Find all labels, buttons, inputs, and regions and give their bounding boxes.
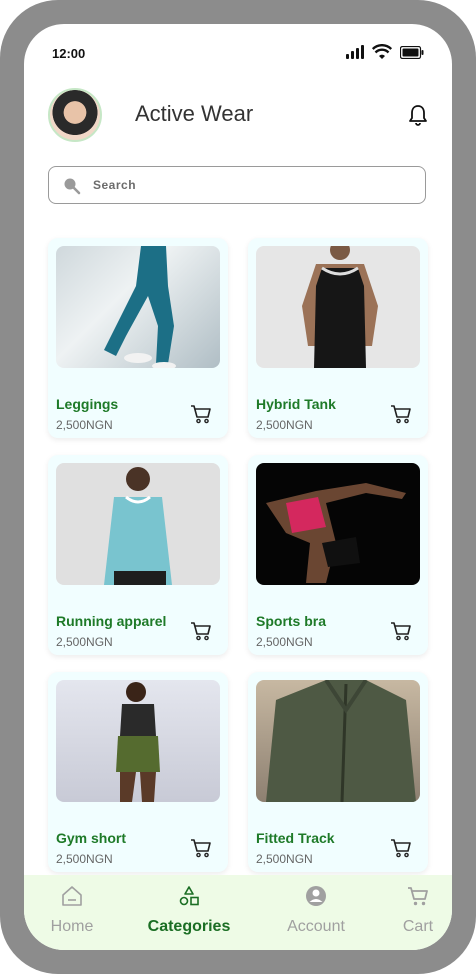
add-to-cart-icon[interactable] <box>190 404 212 429</box>
tab-home-label: Home <box>50 918 94 935</box>
avatar[interactable] <box>48 88 102 142</box>
product-name: Fitted Track <box>256 830 335 846</box>
product-price: 2,500NGN <box>256 418 313 432</box>
product-price: 2,500NGN <box>56 418 113 432</box>
status-time: 12:00 <box>52 46 86 61</box>
categories-icon <box>178 886 200 911</box>
battery-icon <box>400 45 424 59</box>
tab-categories-label: Categories <box>147 918 231 935</box>
product-image <box>256 680 420 802</box>
bottom-tab-bar: Home Categories Account Cart <box>24 875 452 950</box>
product-name: Hybrid Tank <box>256 396 336 412</box>
tab-account-label: Account <box>287 918 345 935</box>
page-title: Active Wear <box>135 101 254 126</box>
wifi-icon <box>372 44 392 60</box>
product-name: Running apparel <box>56 613 167 629</box>
product-name: Gym short <box>56 830 127 846</box>
tab-cart[interactable]: Cart <box>368 885 452 936</box>
status-icons <box>346 44 424 60</box>
account-icon <box>305 886 327 911</box>
add-to-cart-icon[interactable] <box>390 621 412 646</box>
signal-icon <box>346 45 364 59</box>
product-price: 2,500NGN <box>256 635 313 649</box>
search-input[interactable]: Search <box>48 166 426 204</box>
product-card-sports-bra[interactable]: Sports bra 2,500NGN <box>248 455 428 655</box>
page-header: Active Wear <box>48 88 428 144</box>
tab-cart-label: Cart <box>402 918 434 935</box>
product-card-gym-short[interactable]: Gym short 2,500NGN <box>48 672 228 872</box>
tab-home[interactable]: Home <box>24 885 122 936</box>
cart-icon <box>407 887 429 911</box>
tab-categories[interactable]: Categories <box>139 885 239 936</box>
device-frame: 12:00 Active Wear Search Leggings 2,500N… <box>0 0 476 974</box>
product-image <box>256 463 420 585</box>
add-to-cart-icon[interactable] <box>390 404 412 429</box>
home-icon <box>61 886 83 911</box>
product-card-running-apparel[interactable]: Running apparel 2,500NGN <box>48 455 228 655</box>
add-to-cart-icon[interactable] <box>190 621 212 646</box>
add-to-cart-icon[interactable] <box>390 838 412 863</box>
search-icon <box>63 177 81 200</box>
product-card-leggings[interactable]: Leggings 2,500NGN <box>48 238 228 438</box>
product-card-hybrid-tank[interactable]: Hybrid Tank 2,500NGN <box>248 238 428 438</box>
tab-account[interactable]: Account <box>266 885 366 936</box>
product-image <box>56 680 220 802</box>
product-name: Sports bra <box>256 613 327 629</box>
product-image <box>56 463 220 585</box>
product-price: 2,500NGN <box>256 852 313 866</box>
product-image <box>56 246 220 368</box>
product-price: 2,500NGN <box>56 852 113 866</box>
product-price: 2,500NGN <box>56 635 113 649</box>
app-screen: 12:00 Active Wear Search Leggings 2,500N… <box>24 24 452 950</box>
notification-bell-icon[interactable] <box>408 104 428 131</box>
product-image <box>256 246 420 368</box>
add-to-cart-icon[interactable] <box>190 838 212 863</box>
search-placeholder: Search <box>93 178 137 192</box>
product-card-fitted-track[interactable]: Fitted Track 2,500NGN <box>248 672 428 872</box>
product-name: Leggings <box>56 396 119 412</box>
